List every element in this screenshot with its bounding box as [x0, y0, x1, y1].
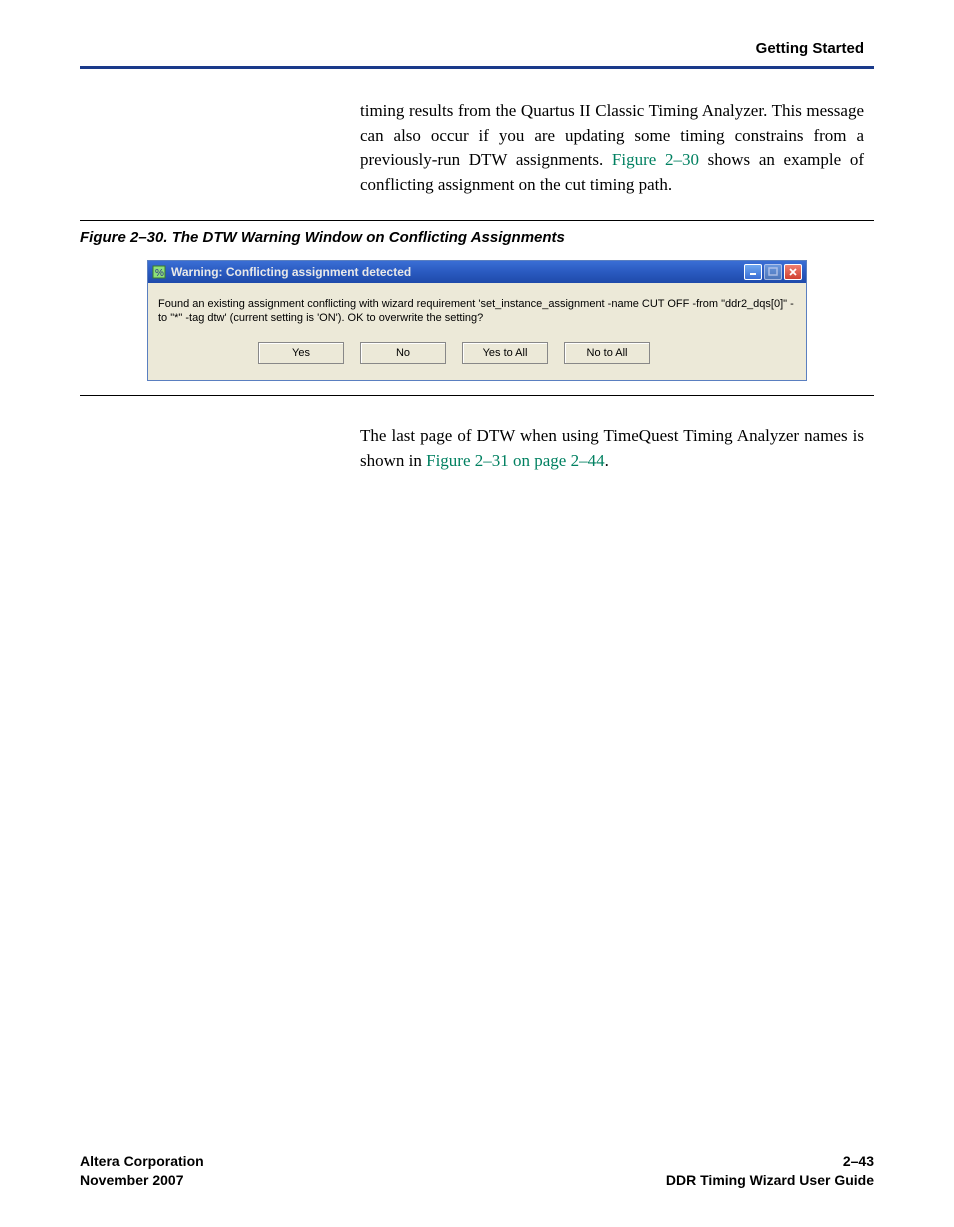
yes-to-all-button[interactable]: Yes to All [462, 342, 548, 364]
body-paragraph-2: The last page of DTW when using TimeQues… [360, 424, 864, 473]
no-button[interactable]: No [360, 342, 446, 364]
footer-doc-title: DDR Timing Wizard User Guide [666, 1171, 874, 1191]
page-footer: Altera Corporation November 2007 2–43 DD… [80, 1152, 874, 1191]
warning-dialog: % Warning: Conflicting assignment detect… [147, 260, 807, 382]
section-header: Getting Started [756, 40, 864, 57]
dialog-titlebar: % Warning: Conflicting assignment detect… [148, 261, 806, 283]
minimize-icon[interactable] [744, 264, 762, 280]
figure-caption: Figure 2–30. The DTW Warning Window on C… [80, 229, 874, 246]
dialog-message: Found an existing assignment conflicting… [148, 283, 806, 331]
footer-company: Altera Corporation [80, 1152, 204, 1172]
maximize-icon [764, 264, 782, 280]
yes-button[interactable]: Yes [258, 342, 344, 364]
svg-text:%: % [155, 268, 164, 279]
para2-post: . [605, 451, 609, 470]
figure-ref-link[interactable]: Figure 2–30 [612, 150, 699, 169]
header-divider [80, 66, 874, 69]
body-paragraph-1: timing results from the Quartus II Class… [360, 99, 864, 198]
figure-top-rule [80, 220, 874, 221]
close-icon[interactable] [784, 264, 802, 280]
dialog-button-row: Yes No Yes to All No to All [148, 330, 806, 380]
figure-ref-link-2[interactable]: Figure 2–31 on page 2–44 [426, 451, 604, 470]
figure-bottom-rule [80, 395, 874, 396]
dialog-title: Warning: Conflicting assignment detected [171, 265, 744, 279]
app-icon: % [152, 265, 166, 279]
no-to-all-button[interactable]: No to All [564, 342, 650, 364]
footer-date: November 2007 [80, 1171, 204, 1191]
footer-page-number: 2–43 [666, 1152, 874, 1172]
